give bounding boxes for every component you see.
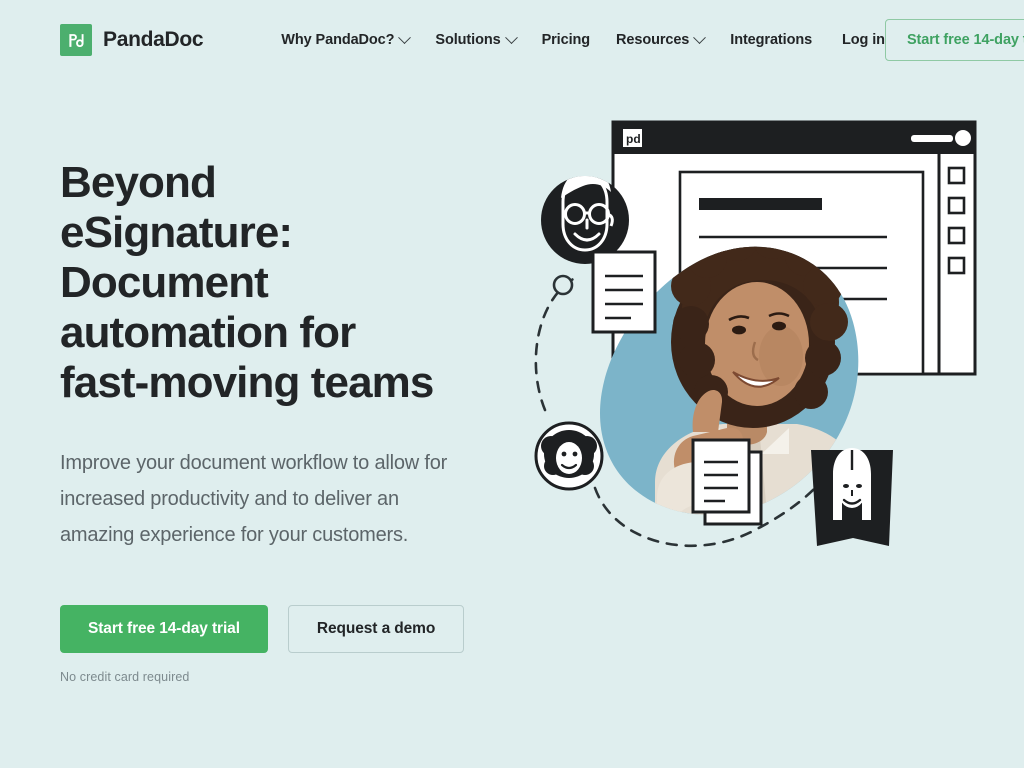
header-start-trial-button[interactable]: Start free 14-day trial <box>884 19 1024 61</box>
hero-actions: Start free 14-day trial Request a demo <box>60 605 490 653</box>
nav-item-why-pandadoc[interactable]: Why PandaDoc? <box>281 30 412 48</box>
nav-item-integrations[interactable]: Integrations <box>730 32 812 48</box>
start-free-trial-button[interactable]: Start free 14-day trial <box>60 605 268 653</box>
nav-item-label: Pricing <box>541 32 591 48</box>
hero-illustration: pd <box>505 110 995 580</box>
site-header: PandaDoc Why PandaDoc? Solutions Pricing… <box>0 0 1024 80</box>
nav-item-label: Log in <box>842 32 885 48</box>
avatar-curly-person <box>534 421 604 491</box>
main-navigation: Why PandaDoc? Solutions Pricing Resource… <box>281 30 885 48</box>
svg-text:pd: pd <box>626 132 641 146</box>
chevron-down-icon <box>504 30 518 44</box>
avatar-long-hair-person <box>811 448 893 546</box>
nav-item-label: Resources <box>616 32 690 48</box>
nav-item-log-in[interactable]: Log in <box>842 32 885 48</box>
stacked-documents-icon <box>691 438 763 526</box>
request-demo-button[interactable]: Request a demo <box>287 605 465 653</box>
nav-item-resources[interactable]: Resources <box>616 30 707 48</box>
nav-item-label: Integrations <box>730 32 813 48</box>
hero-subtitle: Improve your document workflow to allow … <box>60 452 448 546</box>
nav-item-solutions[interactable]: Solutions <box>435 30 518 48</box>
nav-item-pricing[interactable]: Pricing <box>541 32 591 48</box>
path-node-circle <box>552 274 574 296</box>
landing-page: PandaDoc Why PandaDoc? Solutions Pricing… <box>0 0 1024 768</box>
nav-item-label: Solutions <box>435 32 501 48</box>
chevron-down-icon <box>693 30 707 44</box>
no-credit-card-note: No credit card required <box>60 670 190 684</box>
dashed-connector-path <box>534 276 577 412</box>
nav-item-label: Why PandaDoc? <box>281 32 395 48</box>
pandadoc-mark-icon <box>60 24 92 56</box>
brand-name: PandaDoc <box>103 28 204 51</box>
brand-logo[interactable]: PandaDoc <box>60 24 204 56</box>
hero-copy: Beyond eSignature: Document automation f… <box>60 158 490 684</box>
page-title: Beyond eSignature: Document automation f… <box>60 158 434 407</box>
document-card-upper <box>591 250 657 334</box>
chevron-down-icon <box>398 30 412 44</box>
